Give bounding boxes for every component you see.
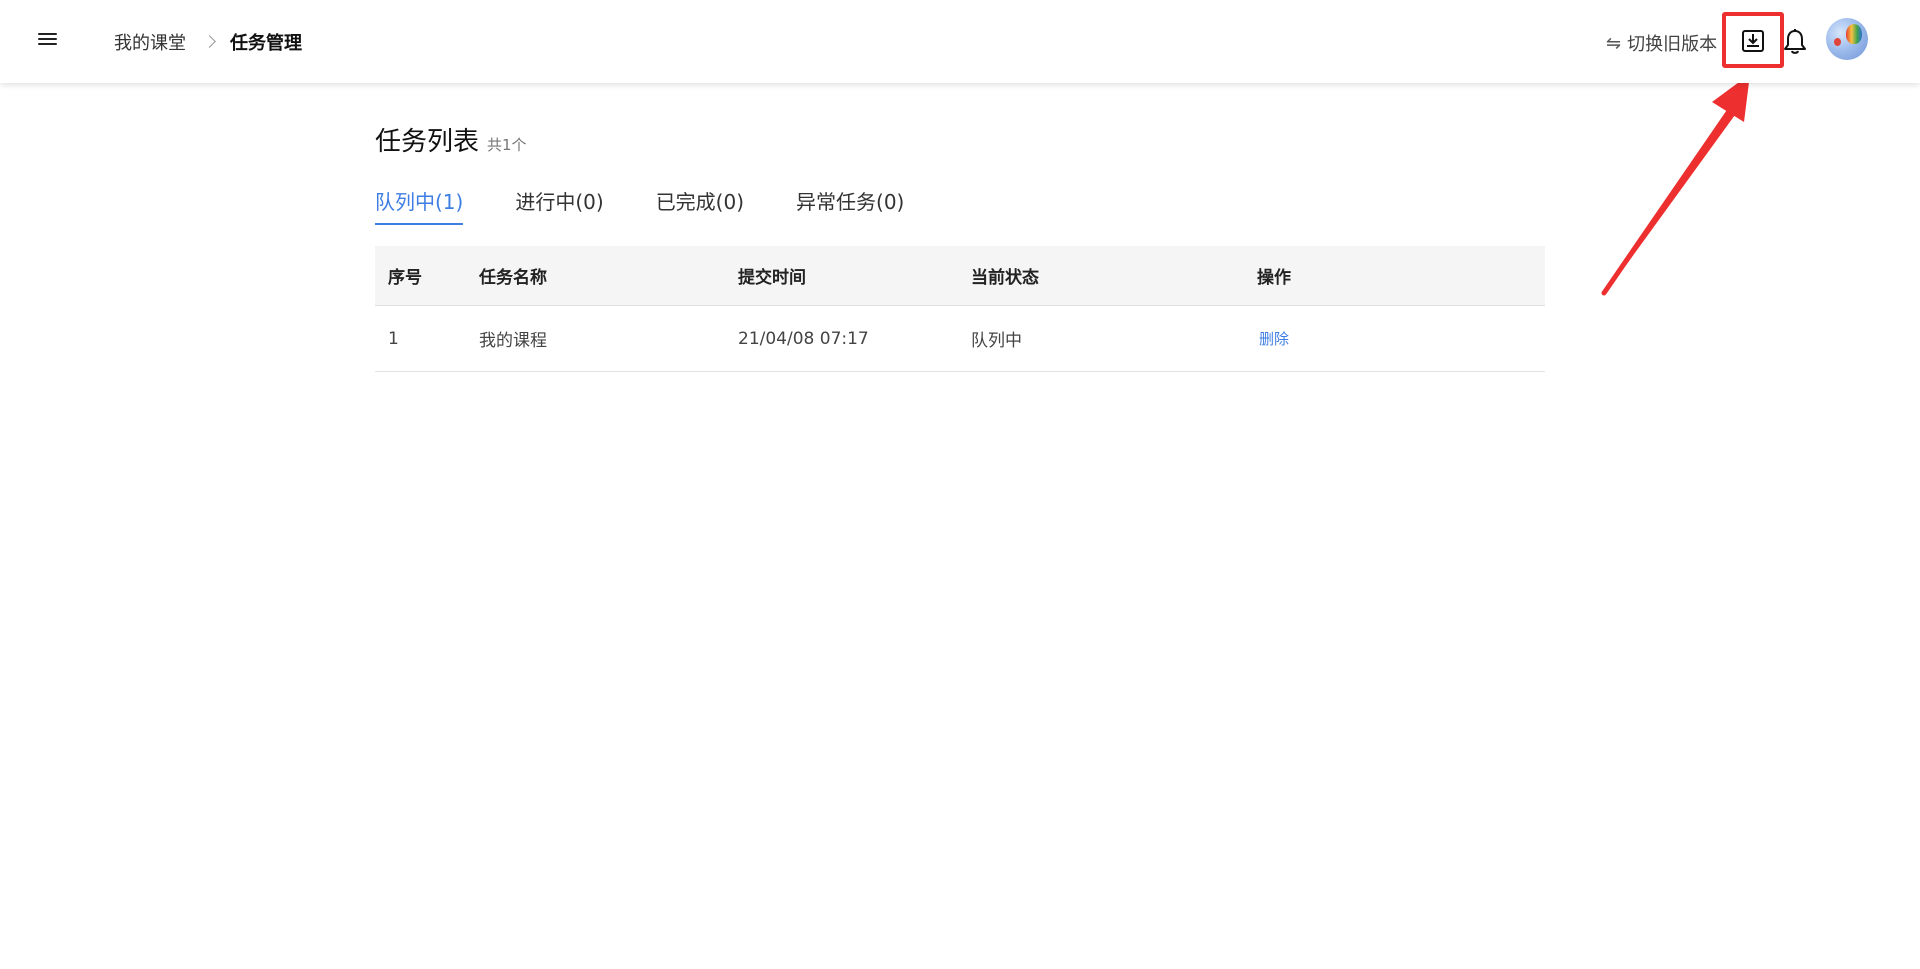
breadcrumb: 我的课堂 任务管理 bbox=[114, 29, 302, 55]
tab-abnormal[interactable]: 异常任务(0) bbox=[796, 186, 904, 225]
top-bar: 我的课堂 任务管理 ⇋ 切换旧版本 bbox=[0, 0, 1920, 83]
cell-status: 队列中 bbox=[971, 331, 1022, 351]
notification-button[interactable] bbox=[1782, 28, 1808, 56]
bell-icon bbox=[1784, 29, 1806, 54]
cell-submit-time: 21/04/08 07:17 bbox=[738, 328, 869, 349]
switch-old-version-button[interactable]: ⇋ 切换旧版本 bbox=[1606, 30, 1717, 56]
header-task-name: 任务名称 bbox=[479, 268, 547, 288]
cell-task-name: 我的课程 bbox=[479, 331, 547, 351]
tab-completed[interactable]: 已完成(0) bbox=[656, 186, 744, 225]
switch-old-version-label: 切换旧版本 bbox=[1627, 34, 1718, 55]
breadcrumb-my-classroom[interactable]: 我的课堂 bbox=[114, 29, 186, 55]
header-status: 当前状态 bbox=[971, 268, 1039, 288]
annotation-arrow-icon bbox=[1601, 74, 1750, 296]
breadcrumb-task-management: 任务管理 bbox=[230, 33, 302, 54]
task-table: 序号 任务名称 提交时间 当前状态 操作 1 我的课程 21/04/08 07:… bbox=[375, 246, 1545, 372]
download-tray-icon bbox=[1742, 30, 1764, 52]
tab-in-progress[interactable]: 进行中(0) bbox=[515, 186, 603, 225]
table-row: 1 我的课程 21/04/08 07:17 队列中 删除 bbox=[375, 306, 1545, 372]
header-action: 操作 bbox=[1257, 268, 1291, 288]
task-tabs: 队列中(1) 进行中(0) 已完成(0) 异常任务(0) bbox=[375, 186, 956, 225]
balloon-image-small bbox=[1834, 38, 1841, 46]
cell-action: 删除 bbox=[1257, 328, 1545, 349]
user-avatar[interactable] bbox=[1826, 18, 1868, 60]
balloon-image bbox=[1846, 24, 1862, 44]
page-title: 任务列表 bbox=[375, 127, 480, 157]
header-index: 序号 bbox=[388, 268, 422, 288]
table-header: 序号 任务名称 提交时间 当前状态 操作 bbox=[375, 246, 1545, 306]
chevron-right-icon bbox=[204, 33, 216, 51]
swap-icon: ⇋ bbox=[1606, 32, 1622, 54]
delete-link[interactable]: 删除 bbox=[1259, 330, 1289, 348]
task-count: 共1个 bbox=[487, 136, 527, 154]
cell-index: 1 bbox=[388, 328, 399, 349]
title-row: 任务列表 共1个 bbox=[375, 121, 527, 158]
tab-queued[interactable]: 队列中(1) bbox=[375, 186, 464, 225]
download-tasks-button[interactable] bbox=[1722, 12, 1784, 68]
header-submit-time: 提交时间 bbox=[738, 268, 806, 288]
hamburger-menu-icon[interactable] bbox=[36, 30, 60, 54]
